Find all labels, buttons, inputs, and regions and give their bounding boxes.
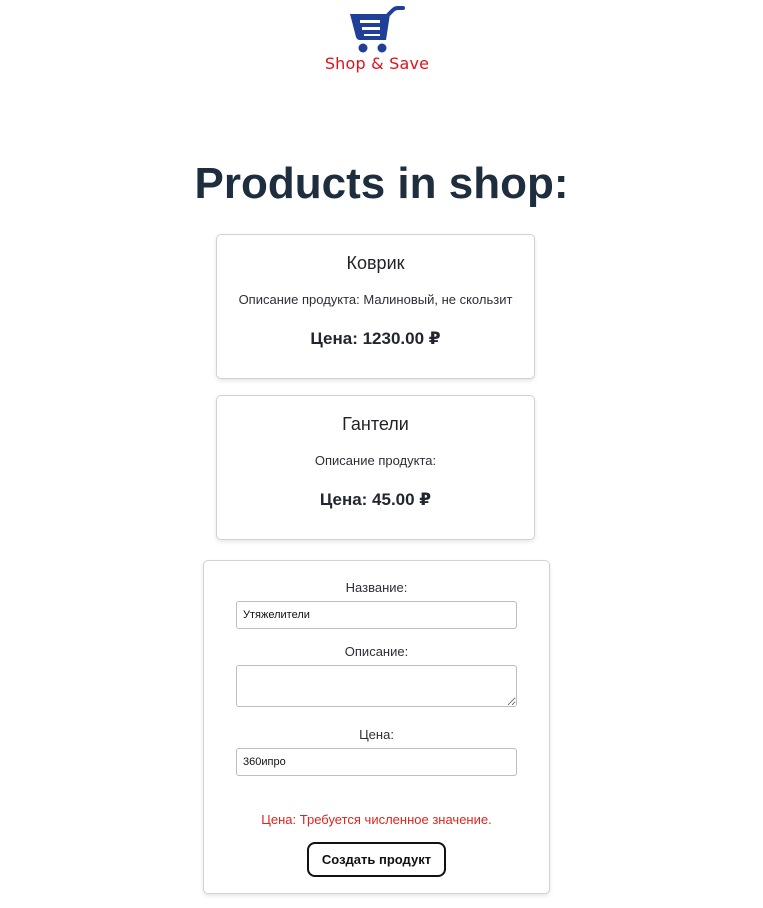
product-card: Гантели Описание продукта: Цена: 45.00 ₽ bbox=[216, 395, 535, 540]
description-label: Описание: bbox=[344, 644, 409, 659]
create-product-button[interactable]: Создать продукт bbox=[307, 842, 446, 877]
logo-text: Shop & Save bbox=[324, 54, 430, 73]
product-name: Коврик bbox=[346, 253, 405, 273]
price-error-message: Цена: Требуется численное значение. bbox=[261, 812, 492, 827]
product-card: Коврик Описание продукта: Малиновый, не … bbox=[216, 234, 535, 379]
shopping-cart-icon bbox=[350, 6, 405, 53]
product-description: Описание продукта: bbox=[314, 453, 437, 468]
price-label: Цена: bbox=[359, 727, 394, 742]
product-price: Цена: 1230.00 ₽ bbox=[310, 329, 441, 348]
price-input[interactable] bbox=[236, 748, 517, 776]
create-product-form: Название: Описание: Цена: Цена: Требуетс… bbox=[203, 560, 550, 894]
page: Shop & Save Products in shop: Коврик Опи… bbox=[0, 0, 763, 908]
product-price: Цена: 45.00 ₽ bbox=[319, 490, 432, 509]
page-title: Products in shop: bbox=[194, 159, 569, 208]
name-input[interactable] bbox=[236, 601, 517, 629]
product-description: Описание продукта: Малиновый, не скользи… bbox=[238, 292, 513, 307]
description-textarea[interactable] bbox=[236, 665, 517, 707]
name-label: Название: bbox=[345, 580, 408, 595]
shop-logo[interactable]: Shop & Save bbox=[322, 6, 432, 73]
product-name: Гантели bbox=[342, 414, 409, 434]
